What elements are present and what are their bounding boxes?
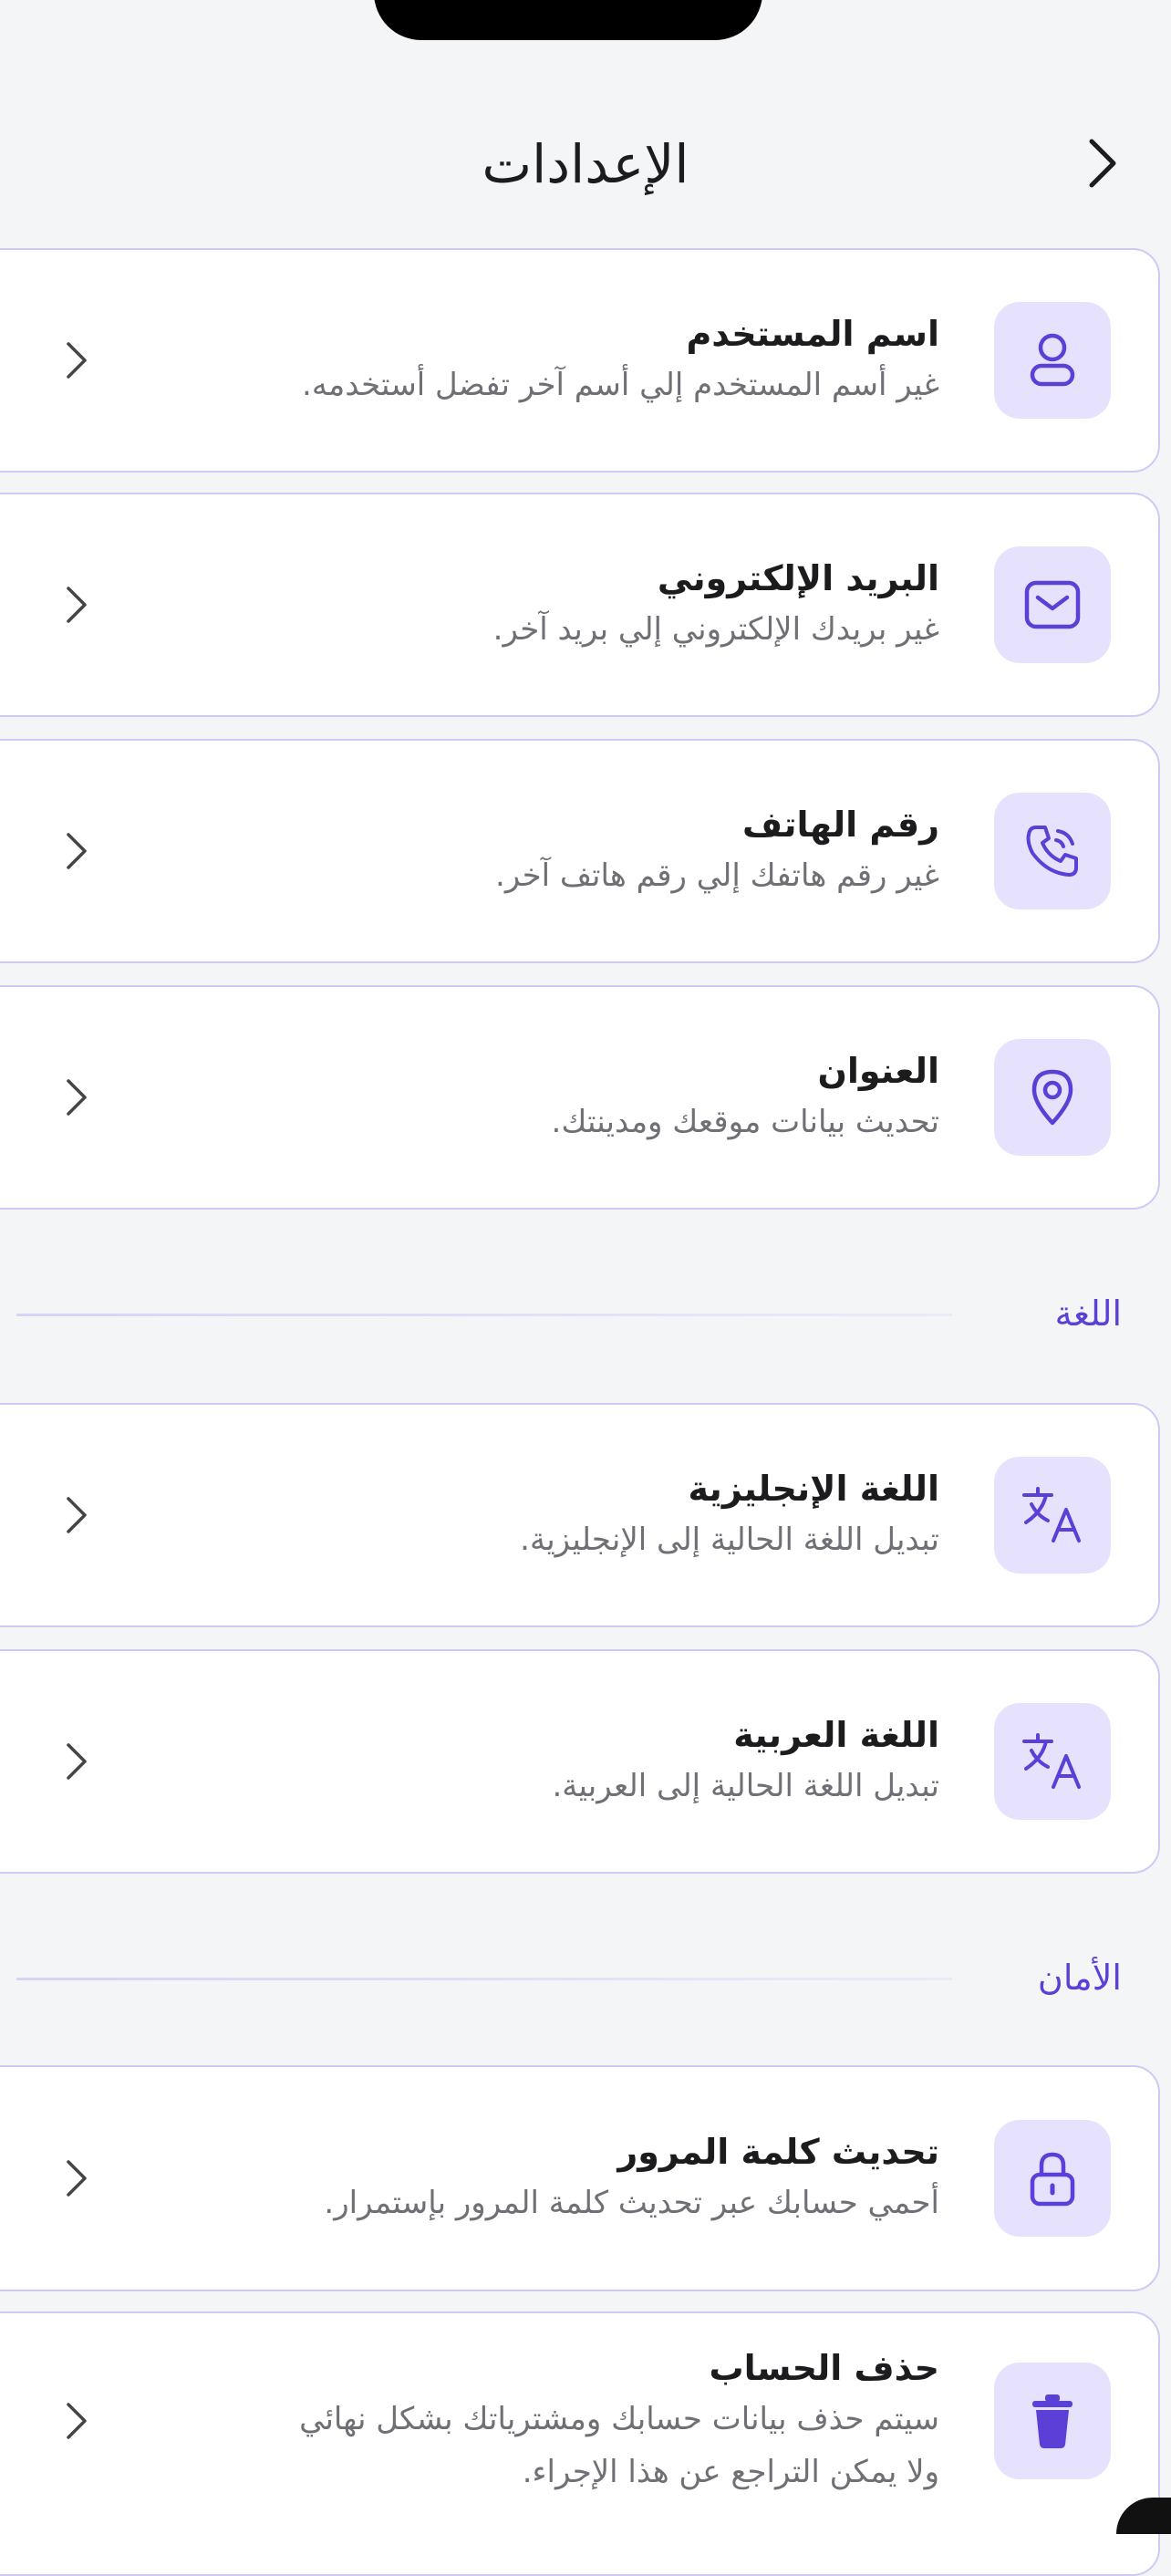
item-subtitle: تحديث بيانات موقعك ومدينتك. [551,1104,939,1140]
page-title: الإعدادات [482,133,689,195]
chevron-left-icon [58,1074,95,1121]
chevron-left-icon [58,581,95,628]
section-language: اللغة [0,1286,1171,1341]
chevron-right-icon [1089,139,1116,188]
chevron-left-icon [58,2397,95,2445]
item-subtitle: غير رقم هاتفك إلي رقم هاتف آخر. [495,857,939,894]
item-subtitle: أحمي حسابك عبر تحديث كلمة المرور بإستمرا… [324,2185,939,2221]
item-title: رقم الهاتف [742,805,939,845]
settings-item-email[interactable]: البريد الإلكتروني غير بريدك الإلكتروني إ… [0,493,1160,717]
item-title: اللغة الإنجليزية [688,1469,939,1509]
settings-item-english[interactable]: اللغة الإنجليزية تبديل اللغة الحالية إلى… [0,1403,1160,1627]
status-bar [0,0,1171,55]
back-button[interactable] [1071,131,1135,195]
translate-icon [994,1703,1111,1820]
mail-icon [994,546,1111,663]
item-subtitle: تبديل اللغة الحالية إلى الإنجليزية. [520,1522,939,1558]
chevron-left-icon [58,337,95,384]
settings-item-address[interactable]: العنوان تحديث بيانات موقعك ومدينتك. [0,985,1160,1210]
location-pin-icon [994,1039,1111,1156]
item-subtitle: سيتم حذف بيانات حسابك ومشترياتك بشكل نها… [299,2401,939,2437]
item-subtitle: غير أسم المستخدم إلي أسم آخر تفضل أستخدم… [302,367,939,403]
item-title: البريد الإلكتروني [657,558,939,598]
item-title: حذف الحساب [709,2348,939,2388]
lock-icon [994,2120,1111,2237]
settings-item-phone[interactable]: رقم الهاتف غير رقم هاتفك إلي رقم هاتف آخ… [0,739,1160,963]
item-title: اسم المستخدم [686,314,939,354]
settings-item-change-password[interactable]: تحديث كلمة المرور أحمي حسابك عبر تحديث ك… [0,2065,1160,2291]
settings-item-username[interactable]: اسم المستخدم غير أسم المستخدم إلي أسم آخ… [0,248,1160,473]
settings-item-arabic[interactable]: اللغة العربية تبديل اللغة الحالية إلى ال… [0,1649,1160,1874]
chevron-left-icon [58,2155,95,2202]
trash-icon [994,2363,1111,2479]
section-security: الأمان [0,1950,1171,2005]
section-label: اللغة [1054,1293,1122,1334]
item-title: العنوان [817,1051,939,1091]
item-subtitle: تبديل اللغة الحالية إلى العربية. [552,1768,939,1804]
item-subtitle: غير بريدك الإلكتروني إلي بريد آخر. [492,611,939,648]
phone-icon [994,793,1111,909]
section-label: الأمان [1037,1958,1122,1998]
item-title: اللغة العربية [733,1715,939,1755]
header: الإعدادات [0,100,1171,228]
chevron-left-icon [58,1491,95,1539]
chevron-left-icon [58,827,95,875]
section-divider [16,1978,952,1980]
settings-item-delete-account[interactable]: حذف الحساب سيتم حذف بيانات حسابك ومشتريا… [0,2311,1160,2576]
item-title: تحديث كلمة المرور [617,2132,939,2172]
translate-icon [994,1457,1111,1574]
chevron-left-icon [58,1738,95,1785]
camera-notch [374,0,762,40]
item-subtitle-line-2: ولا يمكن التراجع عن هذا الإجراء. [522,2454,939,2490]
user-icon [994,302,1111,419]
section-divider [16,1314,952,1316]
